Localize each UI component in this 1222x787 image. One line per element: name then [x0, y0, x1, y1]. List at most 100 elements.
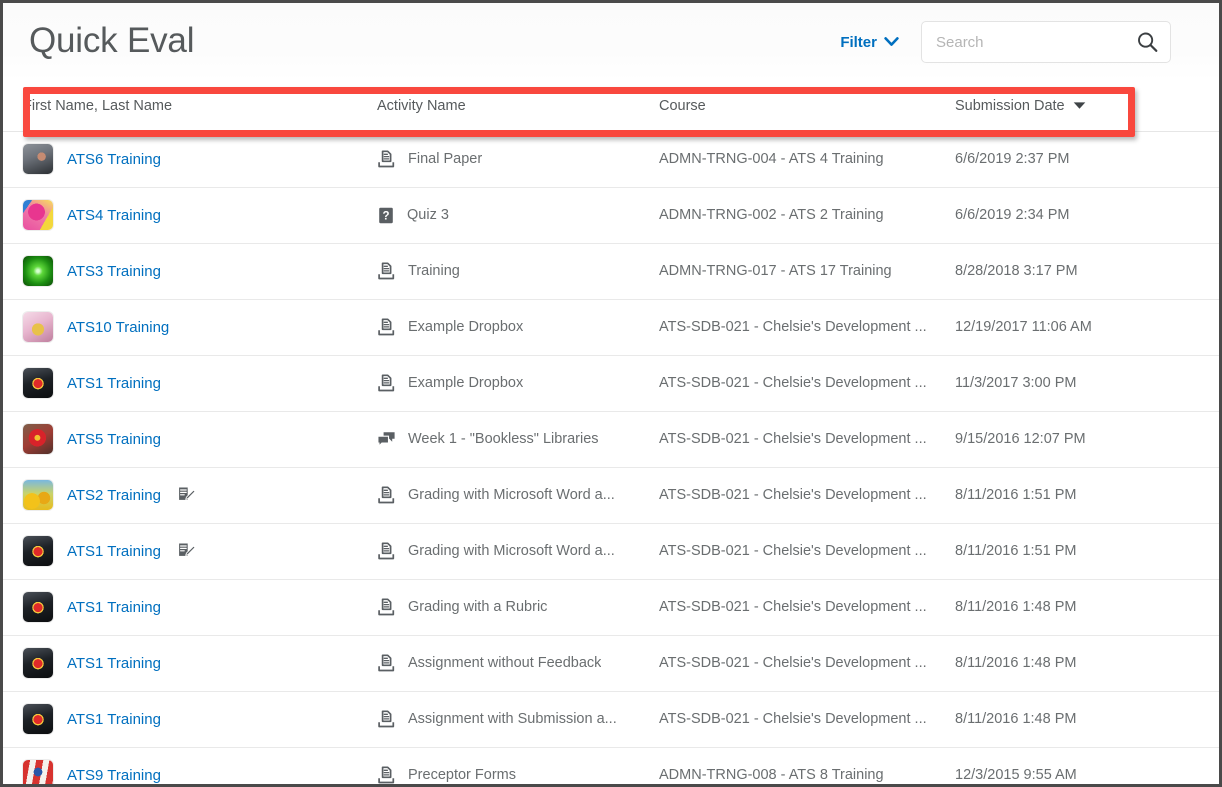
draft-evaluation-icon[interactable] — [177, 542, 196, 560]
table-header-row: First Name, Last Name Activity Name Cour… — [3, 81, 1219, 131]
course-name: ATS-SDB-021 - Chelsie's Development ... — [659, 299, 955, 355]
student-name-link[interactable]: ATS1 Training — [67, 543, 161, 560]
avatar — [23, 368, 53, 398]
table-row[interactable]: ATS1 Training Grading with a Rubric ATS-SD… — [3, 579, 1219, 635]
column-header-course-label: Course — [659, 98, 706, 114]
table-row[interactable]: ATS4 Training?Quiz 3ADMN-TRNG-002 - ATS … — [3, 187, 1219, 243]
header-tools: Filter — [838, 21, 1195, 63]
activity-name: Example Dropbox — [408, 319, 523, 335]
table-row[interactable]: ATS10 Training Example Dropbox ATS-SDB-021… — [3, 299, 1219, 355]
submission-date: 8/11/2016 1:48 PM — [955, 691, 1219, 747]
student-name-link[interactable]: ATS1 Training — [67, 375, 161, 392]
column-header-course[interactable]: Course — [659, 81, 955, 131]
cell-activity: Assignment without Feedback — [369, 635, 659, 691]
activity-name: Assignment with Submission a... — [408, 711, 617, 727]
student-name-link[interactable]: ATS9 Training — [67, 767, 161, 784]
activity-name: Week 1 - "Bookless" Libraries — [408, 431, 599, 447]
submission-date: 6/6/2019 2:37 PM — [955, 131, 1219, 187]
avatar — [23, 144, 53, 174]
assignment-icon — [377, 766, 396, 785]
activity-name: Grading with a Rubric — [408, 599, 547, 615]
submission-date: 8/11/2016 1:48 PM — [955, 579, 1219, 635]
caret-down-icon — [1073, 101, 1086, 110]
course-name: ATS-SDB-021 - Chelsie's Development ... — [659, 579, 955, 635]
cell-student: ATS5 Training — [3, 411, 369, 467]
course-name: ATS-SDB-021 - Chelsie's Development ... — [659, 691, 955, 747]
table-body: ATS6 TrainingFinal PaperADMN-TRNG-004 - … — [3, 131, 1219, 787]
page-header: Quick Eval Filter — [3, 3, 1219, 81]
submission-date: 8/11/2016 1:51 PM — [955, 523, 1219, 579]
table-row[interactable]: ATS5 Training Week 1 - "Bookless" Librari… — [3, 411, 1219, 467]
course-name: ADMN-TRNG-017 - ATS 17 Training — [659, 243, 955, 299]
submission-date: 6/6/2019 2:34 PM — [955, 187, 1219, 243]
table-row[interactable]: ATS1 Training Grading with Microsoft Word… — [3, 523, 1219, 579]
assignment-icon — [377, 150, 396, 169]
course-name: ATS-SDB-021 - Chelsie's Development ... — [659, 523, 955, 579]
avatar — [23, 536, 53, 566]
assignment-icon — [377, 318, 396, 337]
student-name-link[interactable]: ATS5 Training — [67, 431, 161, 448]
search-input[interactable] — [922, 22, 1170, 62]
cell-student: ATS2 Training — [3, 467, 369, 523]
table-row[interactable]: ATS3 Training Training ADMN-TRNG-017 - ATS… — [3, 243, 1219, 299]
search-icon[interactable] — [1137, 32, 1158, 53]
assignment-icon — [377, 542, 396, 561]
avatar — [23, 256, 53, 286]
cell-student: ATS1 Training — [3, 635, 369, 691]
cell-activity: Grading with a Rubric — [369, 579, 659, 635]
draft-evaluation-icon[interactable] — [177, 486, 196, 504]
avatar — [23, 424, 53, 454]
student-name-link[interactable]: ATS4 Training — [67, 207, 161, 224]
cell-activity: Grading with Microsoft Word a... — [369, 467, 659, 523]
column-header-submission-date[interactable]: Submission Date — [955, 81, 1219, 131]
assignment-icon — [377, 486, 396, 505]
table-row[interactable]: ATS6 TrainingFinal PaperADMN-TRNG-004 - … — [3, 131, 1219, 187]
cell-student: ATS10 Training — [3, 299, 369, 355]
table-row[interactable]: ATS9 TrainingPreceptor FormsADMN-TRNG-00… — [3, 747, 1219, 787]
column-header-name-label: First Name, Last Name — [23, 98, 172, 114]
student-name-link[interactable]: ATS1 Training — [67, 599, 161, 616]
course-name: ADMN-TRNG-002 - ATS 2 Training — [659, 187, 955, 243]
table-row[interactable]: ATS2 Training Grading with Microsoft Word… — [3, 467, 1219, 523]
avatar — [23, 480, 53, 510]
cell-activity: Grading with Microsoft Word a... — [369, 523, 659, 579]
chevron-down-icon — [884, 37, 899, 47]
table-row[interactable]: ATS1 Training Assignment without Feedback… — [3, 635, 1219, 691]
student-name-link[interactable]: ATS10 Training — [67, 319, 169, 336]
course-name: ATS-SDB-021 - Chelsie's Development ... — [659, 467, 955, 523]
cell-student: ATS9 Training — [3, 747, 369, 787]
svg-text:?: ? — [382, 210, 389, 222]
student-name-link[interactable]: ATS2 Training — [67, 487, 161, 504]
student-name-link[interactable]: ATS1 Training — [67, 655, 161, 672]
submission-date: 8/28/2018 3:17 PM — [955, 243, 1219, 299]
column-header-activity-label: Activity Name — [377, 98, 466, 114]
cell-activity: Example Dropbox — [369, 299, 659, 355]
student-name-link[interactable]: ATS6 Training — [67, 151, 161, 168]
cell-student: ATS3 Training — [3, 243, 369, 299]
activity-name: Final Paper — [408, 151, 482, 167]
discussion-icon — [377, 431, 396, 448]
activity-name: Preceptor Forms — [408, 767, 516, 783]
activity-name: Training — [408, 263, 460, 279]
cell-activity: Final Paper — [369, 131, 659, 187]
search-box[interactable] — [921, 21, 1171, 63]
cell-student: ATS1 Training — [3, 691, 369, 747]
cell-activity: Week 1 - "Bookless" Libraries — [369, 411, 659, 467]
column-header-activity[interactable]: Activity Name — [369, 81, 659, 131]
student-name-link[interactable]: ATS3 Training — [67, 263, 161, 280]
column-header-name[interactable]: First Name, Last Name — [3, 81, 369, 131]
table-row[interactable]: ATS1 Training Assignment with Submission … — [3, 691, 1219, 747]
submission-date: 8/11/2016 1:48 PM — [955, 635, 1219, 691]
avatar — [23, 312, 53, 342]
course-name: ATS-SDB-021 - Chelsie's Development ... — [659, 635, 955, 691]
table-row[interactable]: ATS1 TrainingExample DropboxATS-SDB-021 … — [3, 355, 1219, 411]
cell-student: ATS1 Training — [3, 355, 369, 411]
cell-student: ATS6 Training — [3, 131, 369, 187]
cell-student: ATS1 Training — [3, 579, 369, 635]
assignment-icon — [377, 654, 396, 673]
student-name-link[interactable]: ATS1 Training — [67, 711, 161, 728]
cell-activity: Preceptor Forms — [369, 747, 659, 787]
activity-name: Grading with Microsoft Word a... — [408, 543, 615, 559]
filter-button[interactable]: Filter — [838, 30, 901, 55]
avatar — [23, 760, 53, 787]
